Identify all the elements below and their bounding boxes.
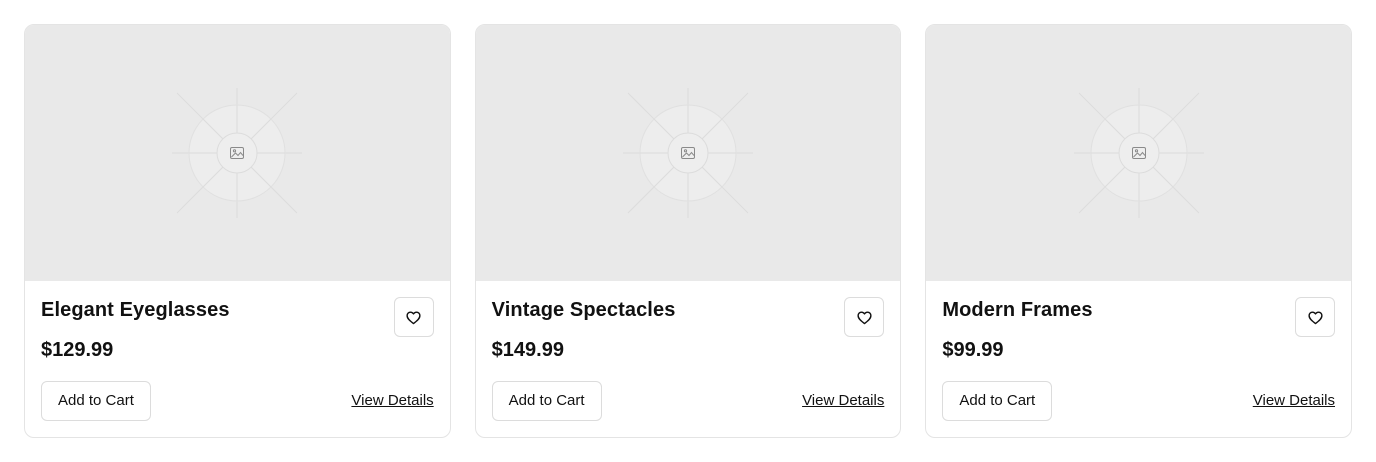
product-name: Modern Frames — [942, 299, 1093, 321]
image-placeholder-icon — [623, 88, 753, 218]
image-placeholder-icon — [1073, 88, 1204, 218]
product-image-placeholder — [475, 25, 901, 281]
product-card: Elegant Eyeglasses $129.99 Add to Cart V… — [24, 24, 451, 438]
product-card: Vintage Spectacles $149.99 Add to Cart V… — [474, 24, 902, 438]
favorite-button[interactable] — [393, 297, 434, 337]
product-image-placeholder — [25, 25, 450, 281]
product-name: Vintage Spectacles — [491, 299, 676, 321]
favorite-button[interactable] — [1295, 297, 1336, 337]
add-to-cart-button[interactable]: Add to Cart — [942, 381, 1053, 421]
view-details-link[interactable]: View Details — [351, 392, 433, 409]
add-to-cart-button[interactable]: Add to Cart — [491, 381, 602, 421]
product-price: $129.99 — [41, 339, 114, 361]
image-placeholder-icon — [172, 88, 303, 218]
heart-outline-icon — [857, 310, 872, 324]
product-image-placeholder — [926, 25, 1352, 281]
product-card: Modern Frames $99.99 Add to Cart View De… — [925, 24, 1353, 438]
product-grid: Elegant Eyeglasses $129.99 Add to Cart V… — [24, 24, 1353, 438]
heart-outline-icon — [406, 310, 421, 324]
heart-outline-icon — [1307, 310, 1323, 324]
view-details-link[interactable]: View Details — [802, 392, 884, 409]
add-to-cart-button[interactable]: Add to Cart — [41, 381, 151, 421]
product-price: $149.99 — [491, 339, 564, 361]
product-name: Elegant Eyeglasses — [41, 299, 230, 321]
favorite-button[interactable] — [844, 297, 885, 337]
view-details-link[interactable]: View Details — [1253, 392, 1335, 409]
product-price: $99.99 — [942, 339, 1004, 361]
